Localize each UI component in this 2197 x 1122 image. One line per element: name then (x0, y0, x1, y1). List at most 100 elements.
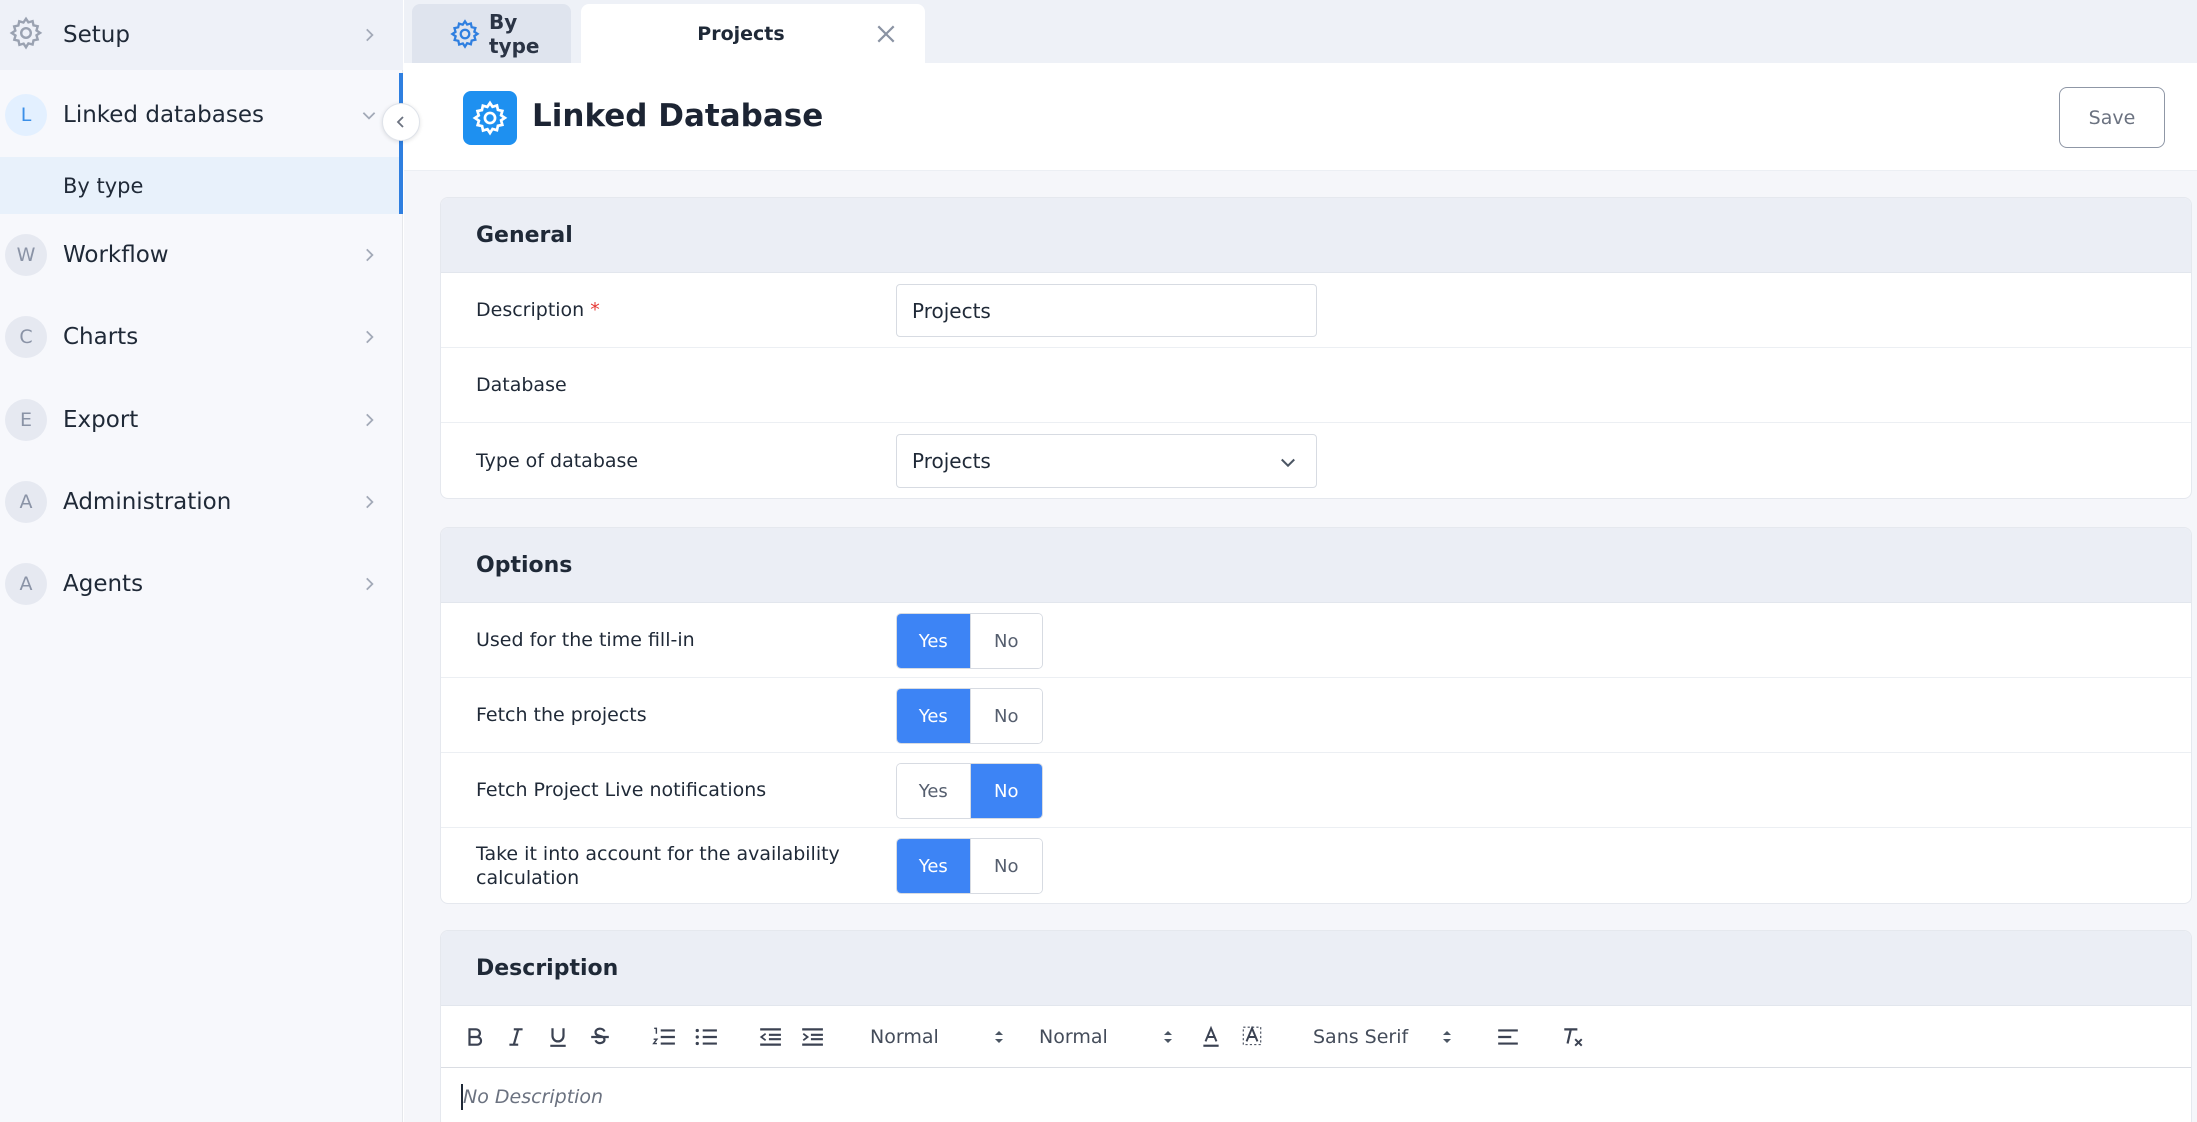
type-row: Type of database Projects (441, 423, 2191, 498)
tab-bar: By type Projects (404, 0, 2197, 63)
chevron-down-icon (362, 112, 376, 120)
no-option[interactable]: No (969, 614, 1042, 668)
option-label: Used for the time fill-in (476, 629, 695, 651)
chevron-right-icon (366, 28, 374, 42)
select-value: Sans Serif (1313, 1026, 1409, 1048)
up-down-icon (1443, 1031, 1451, 1043)
save-button[interactable]: Save (2059, 87, 2165, 148)
sidebar: Setup L Linked databases By type W Workf… (0, 0, 403, 1122)
select-value: Projects (912, 449, 991, 473)
editor-placeholder: No Description (463, 1086, 604, 1108)
main-content: General Description* Database Type of da… (404, 171, 2197, 1122)
chevron-right-icon (366, 577, 374, 591)
no-option[interactable]: No (969, 689, 1042, 743)
strikethrough-button[interactable] (586, 1023, 614, 1051)
indent-icon (802, 1028, 823, 1046)
yes-option[interactable]: Yes (897, 764, 970, 818)
gear-icon (450, 19, 480, 49)
collapse-sidebar-button[interactable] (382, 103, 420, 141)
text-color-icon (1203, 1025, 1219, 1047)
option-row-availability: Take it into account for the availabilit… (441, 828, 2191, 903)
align-button[interactable] (1494, 1023, 1522, 1051)
tab-by-type[interactable]: By type (412, 4, 571, 63)
no-option[interactable]: No (969, 839, 1042, 893)
chevron-right-icon (366, 495, 374, 509)
type-label: Type of database (476, 449, 639, 472)
sidebar-item-label: Linked databases (63, 102, 264, 128)
sidebar-item-export[interactable]: E Export (0, 388, 403, 452)
sidebar-item-by-type[interactable]: By type (0, 157, 403, 214)
sidebar-item-charts[interactable]: C Charts (0, 305, 403, 369)
page-header: Linked Database Save (404, 63, 2197, 171)
option-row-time-fill-in: Used for the time fill-in Yes No (441, 603, 2191, 678)
sidebar-item-label: Export (63, 407, 139, 433)
section-title: Description (441, 931, 2191, 1006)
sidebar-active-indicator (399, 73, 403, 214)
option-label: Fetch the projects (476, 704, 647, 726)
yes-option[interactable]: Yes (897, 839, 970, 893)
sidebar-item-linked-databases[interactable]: L Linked databases (0, 82, 403, 148)
outdent-button[interactable] (756, 1023, 784, 1051)
description-row: Description * (441, 273, 2191, 348)
yes-no-toggle: Yes No (896, 613, 1043, 669)
yes-no-toggle: Yes No (896, 688, 1043, 744)
background-color-button[interactable] (1238, 1023, 1266, 1051)
description-input[interactable] (896, 284, 1317, 337)
sidebar-item-administration[interactable]: A Administration (0, 470, 403, 534)
bullet-list-button[interactable] (692, 1023, 720, 1051)
chevron-right-icon (366, 413, 374, 427)
sidebar-item-label: Administration (63, 489, 232, 515)
database-row: Database (441, 348, 2191, 423)
no-option[interactable]: No (969, 764, 1042, 818)
sidebar-item-label: Charts (63, 324, 139, 350)
options-section: Options Used for the time fill-in Yes No… (440, 527, 2192, 904)
header-select[interactable]: Normal (1039, 1020, 1179, 1054)
gear-icon (9, 16, 43, 50)
avatar: E (5, 399, 47, 441)
ordered-list-button[interactable] (650, 1023, 678, 1051)
strikethrough-icon (591, 1027, 609, 1045)
clear-formatting-button[interactable] (1559, 1023, 1587, 1051)
size-select[interactable]: Normal (870, 1020, 1010, 1054)
font-select[interactable]: Sans Serif (1313, 1020, 1458, 1054)
avatar: W (5, 234, 47, 276)
type-of-database-select[interactable]: Projects (896, 434, 1317, 488)
section-title: Options (441, 528, 2191, 603)
database-label: Database (476, 374, 567, 396)
yes-option[interactable]: Yes (897, 614, 970, 668)
avatar: C (5, 316, 47, 358)
close-icon[interactable] (875, 23, 897, 45)
text-color-button[interactable] (1197, 1023, 1225, 1051)
yes-option[interactable]: Yes (897, 689, 970, 743)
select-value: Normal (870, 1026, 939, 1048)
sidebar-item-setup[interactable]: Setup (0, 0, 403, 70)
underline-button[interactable] (544, 1023, 572, 1051)
tab-label: Projects (697, 22, 785, 45)
tab-projects[interactable]: Projects (581, 4, 925, 63)
page-title: Linked Database (532, 98, 824, 134)
option-row-live-notifications: Fetch Project Live notifications Yes No (441, 753, 2191, 828)
up-down-icon (1164, 1031, 1172, 1043)
italic-icon (509, 1028, 523, 1046)
align-left-icon (1498, 1029, 1518, 1045)
editor-toolbar: Normal Normal Sans Serif (441, 1006, 2191, 1068)
yes-no-toggle: Yes No (896, 763, 1043, 819)
sidebar-item-label: Agents (63, 571, 144, 597)
sidebar-item-label: Setup (63, 22, 130, 48)
bold-button[interactable] (461, 1023, 489, 1051)
indent-button[interactable] (798, 1023, 826, 1051)
bold-icon (468, 1028, 483, 1046)
outdent-icon (759, 1028, 781, 1046)
required-marker: * (590, 299, 600, 321)
clear-formatting-icon (1564, 1028, 1583, 1047)
select-value: Normal (1039, 1026, 1108, 1048)
italic-button[interactable] (502, 1023, 530, 1051)
description-editor[interactable]: No Description (441, 1068, 2191, 1122)
sidebar-item-agents[interactable]: A Agents (0, 552, 403, 616)
background-color-icon (1242, 1025, 1262, 1046)
option-label: Take it into account for the availabilit… (476, 842, 840, 889)
chevron-right-icon (366, 330, 374, 344)
bullet-list-icon (695, 1028, 717, 1046)
sidebar-item-workflow[interactable]: W Workflow (0, 223, 403, 287)
sidebar-item-label: Workflow (63, 242, 169, 268)
